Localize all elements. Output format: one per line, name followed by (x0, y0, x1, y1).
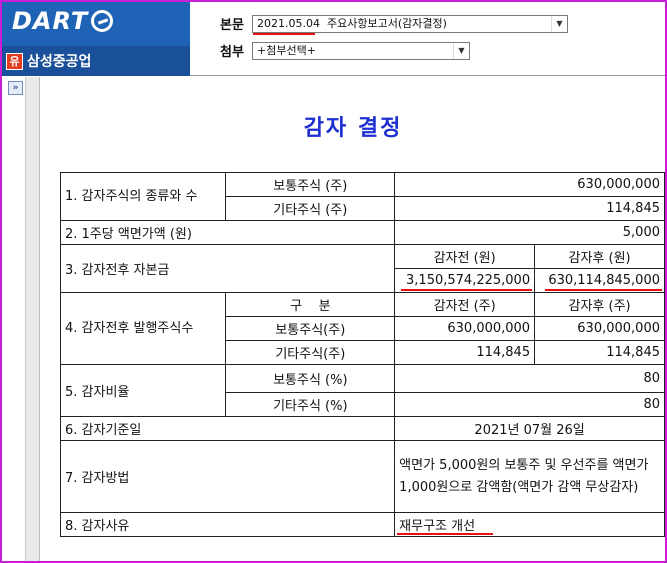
row-sub-common-shares: 보통주식(주) (225, 316, 396, 341)
value-common-shares-after: 630,000,000 (534, 316, 665, 341)
main-doc-label: 본문 (220, 18, 244, 33)
highlight-underline (545, 289, 662, 291)
value-other-shares-after: 114,845 (534, 340, 665, 365)
main-doc-select-value: 2021.05.04 주요사항보고서(감자결정) (257, 16, 447, 30)
value-record-date: 2021년 07월 26일 (394, 416, 665, 441)
highlight-underline (401, 289, 533, 291)
value-other-stock-count: 114,845 (394, 196, 665, 221)
capital-before-cell: 3,150,574,225,000 (394, 268, 536, 293)
value-reason: 재무구조 개선 (399, 519, 476, 534)
value-common-stock-count: 630,000,000 (394, 172, 665, 197)
row-sub-other-stock: 기타주식 (주) (225, 196, 396, 221)
row-sub-common-stock: 보통주식 (주) (225, 172, 396, 197)
header: DART 유 삼성중공업 본문 2021.05.04 주요사항보고서(감자결정)… (2, 2, 665, 76)
value-other-ratio: 80 (394, 392, 665, 417)
logo-mark-icon (91, 10, 114, 32)
row-sub-other-ratio: 기타주식 (%) (225, 392, 396, 417)
row-label-capital: 3. 감자전후 자본금 (59, 244, 396, 293)
attachment-select-value: +첨부선택+ (257, 43, 316, 57)
chevron-down-icon: ▼ (453, 42, 469, 59)
head-shares-after: 감자후 (주) (534, 292, 665, 317)
logo-area: DART 유 삼성중공업 (2, 2, 190, 76)
attachment-row: 첨부 +첨부선택+ ▼ (220, 41, 470, 60)
left-panel-strip: » (2, 77, 26, 561)
window-frame: DART 유 삼성중공업 본문 2021.05.04 주요사항보고서(감자결정)… (0, 0, 667, 563)
row-sub-other-shares: 기타주식(주) (225, 340, 396, 365)
value-common-shares-before: 630,000,000 (394, 316, 536, 341)
dart-logo[interactable]: DART (12, 6, 114, 36)
row-label-reason: 8. 감자사유 (59, 512, 396, 537)
head-capital-before: 감자전 (원) (394, 244, 536, 269)
value-par-value: 5,000 (394, 220, 665, 245)
attachment-select[interactable]: +첨부선택+ ▼ (252, 41, 470, 60)
panel-divider[interactable] (26, 77, 40, 561)
row-label-record-date: 6. 감자기준일 (59, 416, 396, 441)
value-other-shares-before: 114,845 (394, 340, 536, 365)
company-name: 삼성중공업 (27, 54, 92, 70)
chevron-down-icon: ▼ (551, 15, 567, 32)
document-viewer: 감자 결정 1. 감자주식의 종류와 수 보통주식 (주) 630,000,00… (41, 77, 665, 561)
highlight-underline (397, 533, 494, 535)
capital-after-cell: 630,114,845,000 (534, 268, 665, 293)
main-doc-select[interactable]: 2021.05.04 주요사항보고서(감자결정) ▼ (252, 14, 568, 33)
head-division: 구 분 (225, 292, 396, 317)
row-label-par-value: 2. 1주당 액면가액 (원) (59, 220, 396, 245)
head-capital-after: 감자후 (원) (534, 244, 665, 269)
row-label-method: 7. 감자방법 (59, 440, 396, 513)
company-bar: 유 삼성중공업 (2, 46, 190, 76)
value-common-ratio: 80 (394, 364, 665, 393)
attachment-label: 첨부 (220, 45, 244, 60)
value-method: 액면가 5,000원의 보통주 및 우선주를 액면가 1,000원으로 감액함(… (394, 440, 665, 513)
value-capital-after: 630,114,845,000 (548, 273, 660, 288)
value-capital-before: 3,150,574,225,000 (406, 273, 531, 288)
logo-text: DART (12, 7, 89, 35)
capital-reduction-table: 1. 감자주식의 종류와 수 보통주식 (주) 630,000,000 기타주식… (59, 172, 665, 537)
main-doc-row: 본문 2021.05.04 주요사항보고서(감자결정) ▼ (220, 14, 568, 33)
row-sub-common-ratio: 보통주식 (%) (225, 364, 396, 393)
reason-cell: 재무구조 개선 (394, 512, 665, 537)
row-label-stock-type: 1. 감자주식의 종류와 수 (59, 172, 227, 221)
date-highlight-underline (253, 33, 315, 35)
row-label-issued-shares: 4. 감자전후 발행주식수 (59, 292, 227, 365)
company-type-icon: 유 (6, 52, 23, 70)
document-title: 감자 결정 (303, 115, 403, 141)
head-shares-before: 감자전 (주) (394, 292, 536, 317)
row-label-reduction-ratio: 5. 감자비율 (59, 364, 227, 417)
expand-sidebar-button[interactable]: » (8, 81, 23, 95)
